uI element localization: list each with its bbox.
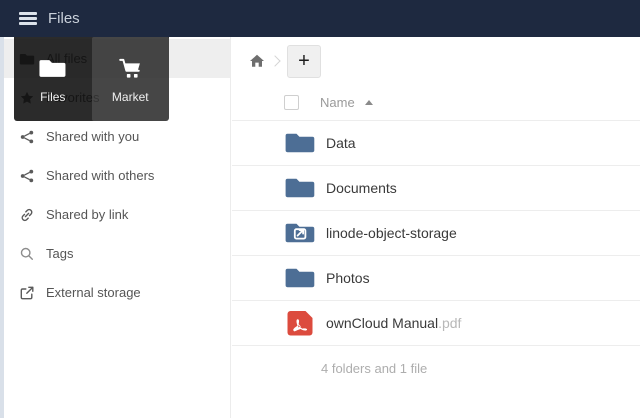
column-header-label: Name: [320, 95, 355, 110]
home-icon: [249, 53, 265, 69]
file-list-header: Name: [232, 85, 640, 120]
top-bar: Files: [0, 0, 640, 37]
sidebar-item-label: Shared by link: [46, 207, 128, 222]
summary-text: 4 folders and 1 file: [321, 361, 427, 376]
column-header-name[interactable]: Name: [320, 95, 373, 110]
file-list-summary: 4 folders and 1 file: [232, 345, 640, 391]
magnifier-icon: [19, 246, 35, 262]
app-menu-item-market[interactable]: Market: [92, 37, 170, 121]
sidebar-item-label: External storage: [46, 285, 141, 300]
folder-icon: [38, 54, 67, 83]
app-menu-item-label: Market: [112, 90, 149, 104]
link-icon: [19, 207, 35, 223]
folder-icon: [284, 172, 316, 204]
breadcrumb-home[interactable]: [249, 52, 267, 70]
folder-icon: [284, 127, 316, 159]
select-all-checkbox[interactable]: [284, 95, 299, 110]
shopping-cart-icon: [116, 55, 144, 83]
file-row-documents[interactable]: Documents: [232, 165, 640, 210]
hamburger-icon: [19, 12, 37, 15]
app-menu-item-files[interactable]: Files: [14, 37, 92, 121]
file-name: Documents: [326, 180, 397, 196]
sidebar-item-shared-with-you[interactable]: Shared with you: [4, 117, 230, 156]
sidebar-item-tags[interactable]: Tags: [4, 234, 230, 273]
file-extension: .pdf: [438, 315, 461, 331]
file-row-owncloud-manual-pdf[interactable]: ownCloud Manual.pdf: [232, 300, 640, 345]
sidebar-item-external-storage[interactable]: External storage: [4, 273, 230, 312]
new-file-button[interactable]: +: [287, 45, 321, 78]
share-icon: [19, 129, 35, 145]
file-row-data[interactable]: Data: [232, 120, 640, 165]
share-icon: [19, 168, 35, 184]
file-name: ownCloud Manual: [326, 315, 438, 331]
sidebar-item-label: Shared with others: [46, 168, 154, 183]
file-name: Photos: [326, 270, 370, 286]
file-name: linode-object-storage: [326, 225, 457, 241]
file-name: Data: [326, 135, 356, 151]
sidebar-item-label: Tags: [46, 246, 73, 261]
file-row-photos[interactable]: Photos: [232, 255, 640, 300]
sidebar-item-label: Shared with you: [46, 129, 139, 144]
breadcrumb-controls: +: [232, 37, 640, 85]
app-menu-item-label: Files: [40, 90, 65, 104]
pdf-file-icon: [284, 307, 316, 339]
app-menu-toggle[interactable]: [19, 10, 37, 28]
sidebar-item-shared-with-others[interactable]: Shared with others: [4, 156, 230, 195]
external-folder-icon: [284, 217, 316, 249]
sidebar-item-shared-by-link[interactable]: Shared by link: [4, 195, 230, 234]
page-title: Files: [48, 10, 80, 27]
sort-ascending-icon: [365, 100, 373, 105]
folder-icon: [284, 262, 316, 294]
file-list-panel: + Name Data Documents linode-ob: [232, 37, 640, 418]
window-edge-strip: [0, 37, 4, 418]
app-switcher-menu: Files Market: [14, 37, 169, 121]
chevron-right-icon: [269, 55, 280, 66]
external-storage-icon: [19, 285, 35, 301]
file-row-linode-object-storage[interactable]: linode-object-storage: [232, 210, 640, 255]
